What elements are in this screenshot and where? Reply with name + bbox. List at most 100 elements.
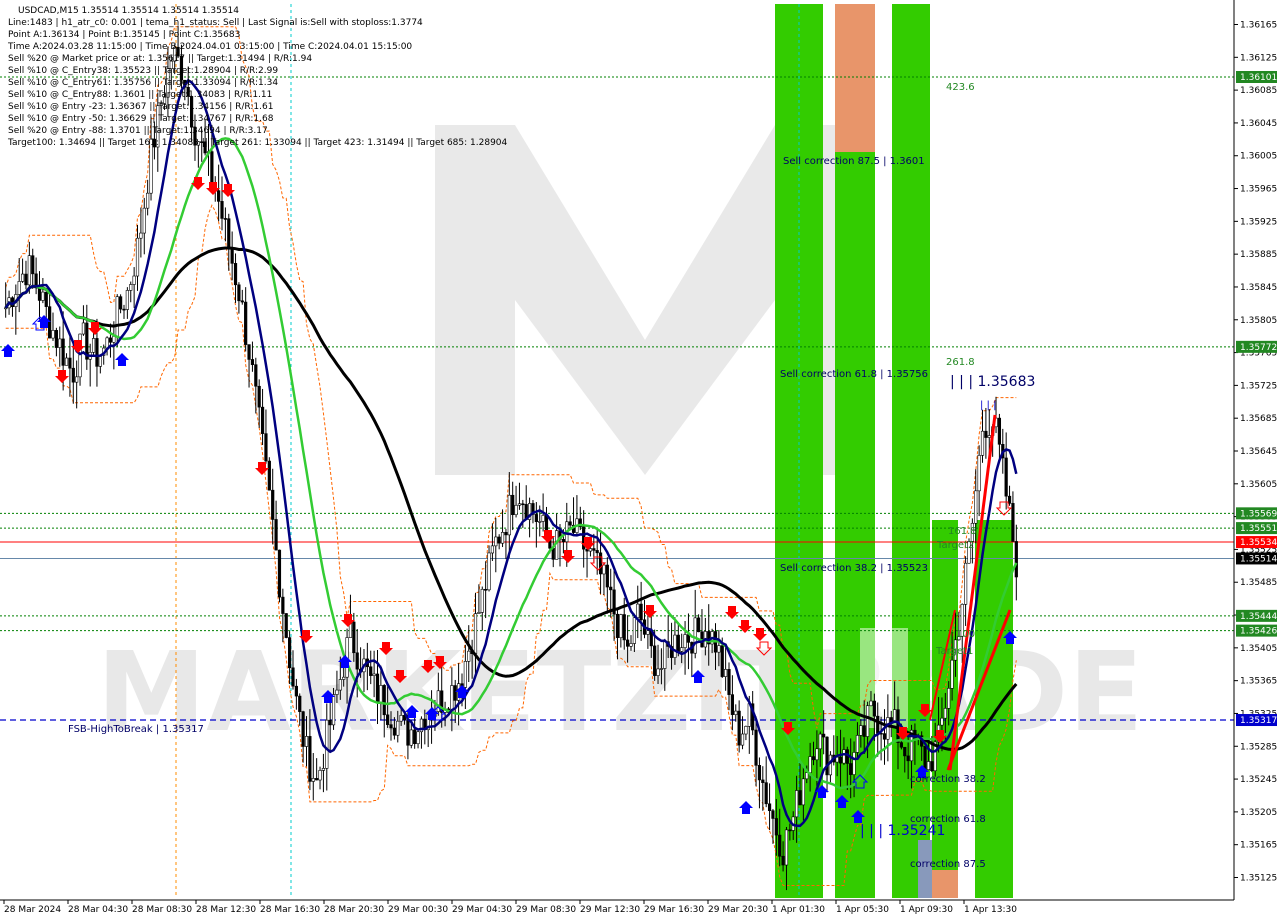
candle-body <box>392 727 396 736</box>
candle-body <box>227 218 231 249</box>
candle-body <box>798 790 802 806</box>
price-axis: 1.36165 1.36125 1.36085 1.36045 1.36005 1.359… <box>1233 0 1280 920</box>
candle-body <box>964 562 968 605</box>
candle-body <box>659 668 664 670</box>
symbol-line: USDCAD,M15 1.35514 1.35514 1.35514 1.355… <box>18 6 239 16</box>
x-tick-label: 28 Mar 08:30 <box>132 905 192 915</box>
candle-body <box>463 661 467 688</box>
candle-body <box>335 689 339 695</box>
candle-body <box>409 729 413 746</box>
candle-body <box>355 652 359 670</box>
candle-body <box>696 617 701 633</box>
candle-body <box>947 688 951 709</box>
price-tag-label: 1.35317 <box>1240 716 1277 726</box>
candle-body <box>281 596 285 614</box>
candle-body <box>862 725 866 737</box>
candle-body <box>761 779 765 783</box>
candle-body <box>17 281 21 295</box>
candle-body <box>788 829 792 832</box>
candle-body <box>135 237 140 277</box>
candle-body <box>497 536 501 544</box>
candle-body <box>237 284 241 302</box>
candle-body <box>115 296 119 337</box>
info-line: Target100: 1.34694 || Target 161: 1.3408… <box>7 138 508 148</box>
candle-body <box>744 726 748 735</box>
x-tick-label: 1 Apr 05:30 <box>836 905 889 915</box>
candle-body <box>595 550 599 554</box>
target2-label: Target2 <box>936 540 974 551</box>
price-tag-label: 1.35534 <box>1240 538 1277 548</box>
y-tick-label: 1.35925 <box>1240 217 1277 227</box>
candle-body <box>629 643 633 647</box>
candle-body <box>68 357 72 369</box>
point-c-label: | | | 1.35683 <box>950 374 1035 390</box>
candle-body <box>609 586 613 591</box>
sell-correction-618-label: Sell correction 61.8 | 1.35756 <box>780 369 928 380</box>
candle-body <box>301 711 305 747</box>
candle-body <box>267 460 271 491</box>
candle-body <box>734 710 738 715</box>
candle-body <box>308 736 312 782</box>
y-tick-label: 1.35965 <box>1240 185 1277 195</box>
candle-body <box>382 685 386 716</box>
x-tick-label: 1 Apr 09:30 <box>900 905 953 915</box>
candle-body <box>244 301 248 345</box>
candle-body <box>271 489 275 520</box>
info-line: Point A:1.36134 | Point B:1.35145 | Poin… <box>8 30 240 40</box>
candle-body <box>386 714 390 725</box>
candle-body <box>693 617 697 654</box>
candle-body <box>561 539 565 543</box>
candle-body <box>58 338 62 348</box>
candle-body <box>1011 503 1015 542</box>
x-tick-label: 28 Mar 2024 <box>4 905 61 915</box>
candle-body <box>774 818 778 836</box>
candle-body <box>663 641 667 669</box>
candle-body <box>490 545 495 554</box>
fib-100-label: 100 <box>956 629 975 640</box>
y-tick-label: 1.35885 <box>1240 250 1277 260</box>
candle-body <box>636 603 640 619</box>
candle-body <box>125 290 129 310</box>
candle-body <box>886 717 890 740</box>
candle-body <box>940 717 944 726</box>
x-tick-label: 1 Apr 13:30 <box>964 905 1017 915</box>
candle-body <box>257 385 261 408</box>
y-tick-label: 1.36005 <box>1240 152 1277 162</box>
candle-body <box>737 710 741 746</box>
y-tick-label: 1.36165 <box>1240 21 1277 31</box>
candle-body <box>754 729 758 766</box>
candle-body <box>487 552 491 591</box>
candle-body <box>291 667 295 687</box>
candle-body <box>943 708 947 719</box>
candle-body <box>602 564 606 575</box>
candle-body <box>64 357 69 366</box>
candle-body <box>311 778 315 782</box>
x-tick-label: 28 Mar 20:30 <box>324 905 384 915</box>
candle-body <box>260 406 265 434</box>
price-tag-label: 1.36101 <box>1240 73 1277 83</box>
x-tick-label: 29 Mar 20:30 <box>708 905 768 915</box>
candle-body <box>876 715 880 734</box>
candle-body <box>977 455 981 492</box>
candle-body <box>538 521 542 523</box>
candle-body <box>61 338 65 366</box>
candle-body <box>1007 495 1012 504</box>
candle-body <box>778 834 782 857</box>
candle-body <box>325 719 329 769</box>
y-tick-label: 1.35845 <box>1240 283 1277 293</box>
candle-body <box>328 719 332 726</box>
x-tick-label: 29 Mar 12:30 <box>580 905 640 915</box>
candle-body <box>903 746 907 757</box>
x-tick-label: 29 Mar 00:30 <box>388 905 448 915</box>
orange-zone-1 <box>835 4 875 152</box>
x-tick-label: 29 Mar 08:30 <box>516 905 576 915</box>
candle-body <box>896 709 900 743</box>
candle-body <box>477 612 481 614</box>
candle-body <box>980 430 985 456</box>
candle-body <box>865 705 870 737</box>
y-tick-label: 1.35165 <box>1240 841 1277 851</box>
candle-body <box>54 330 58 348</box>
candle-body <box>484 588 488 591</box>
candle-body <box>507 494 511 536</box>
candle-body <box>818 733 822 750</box>
